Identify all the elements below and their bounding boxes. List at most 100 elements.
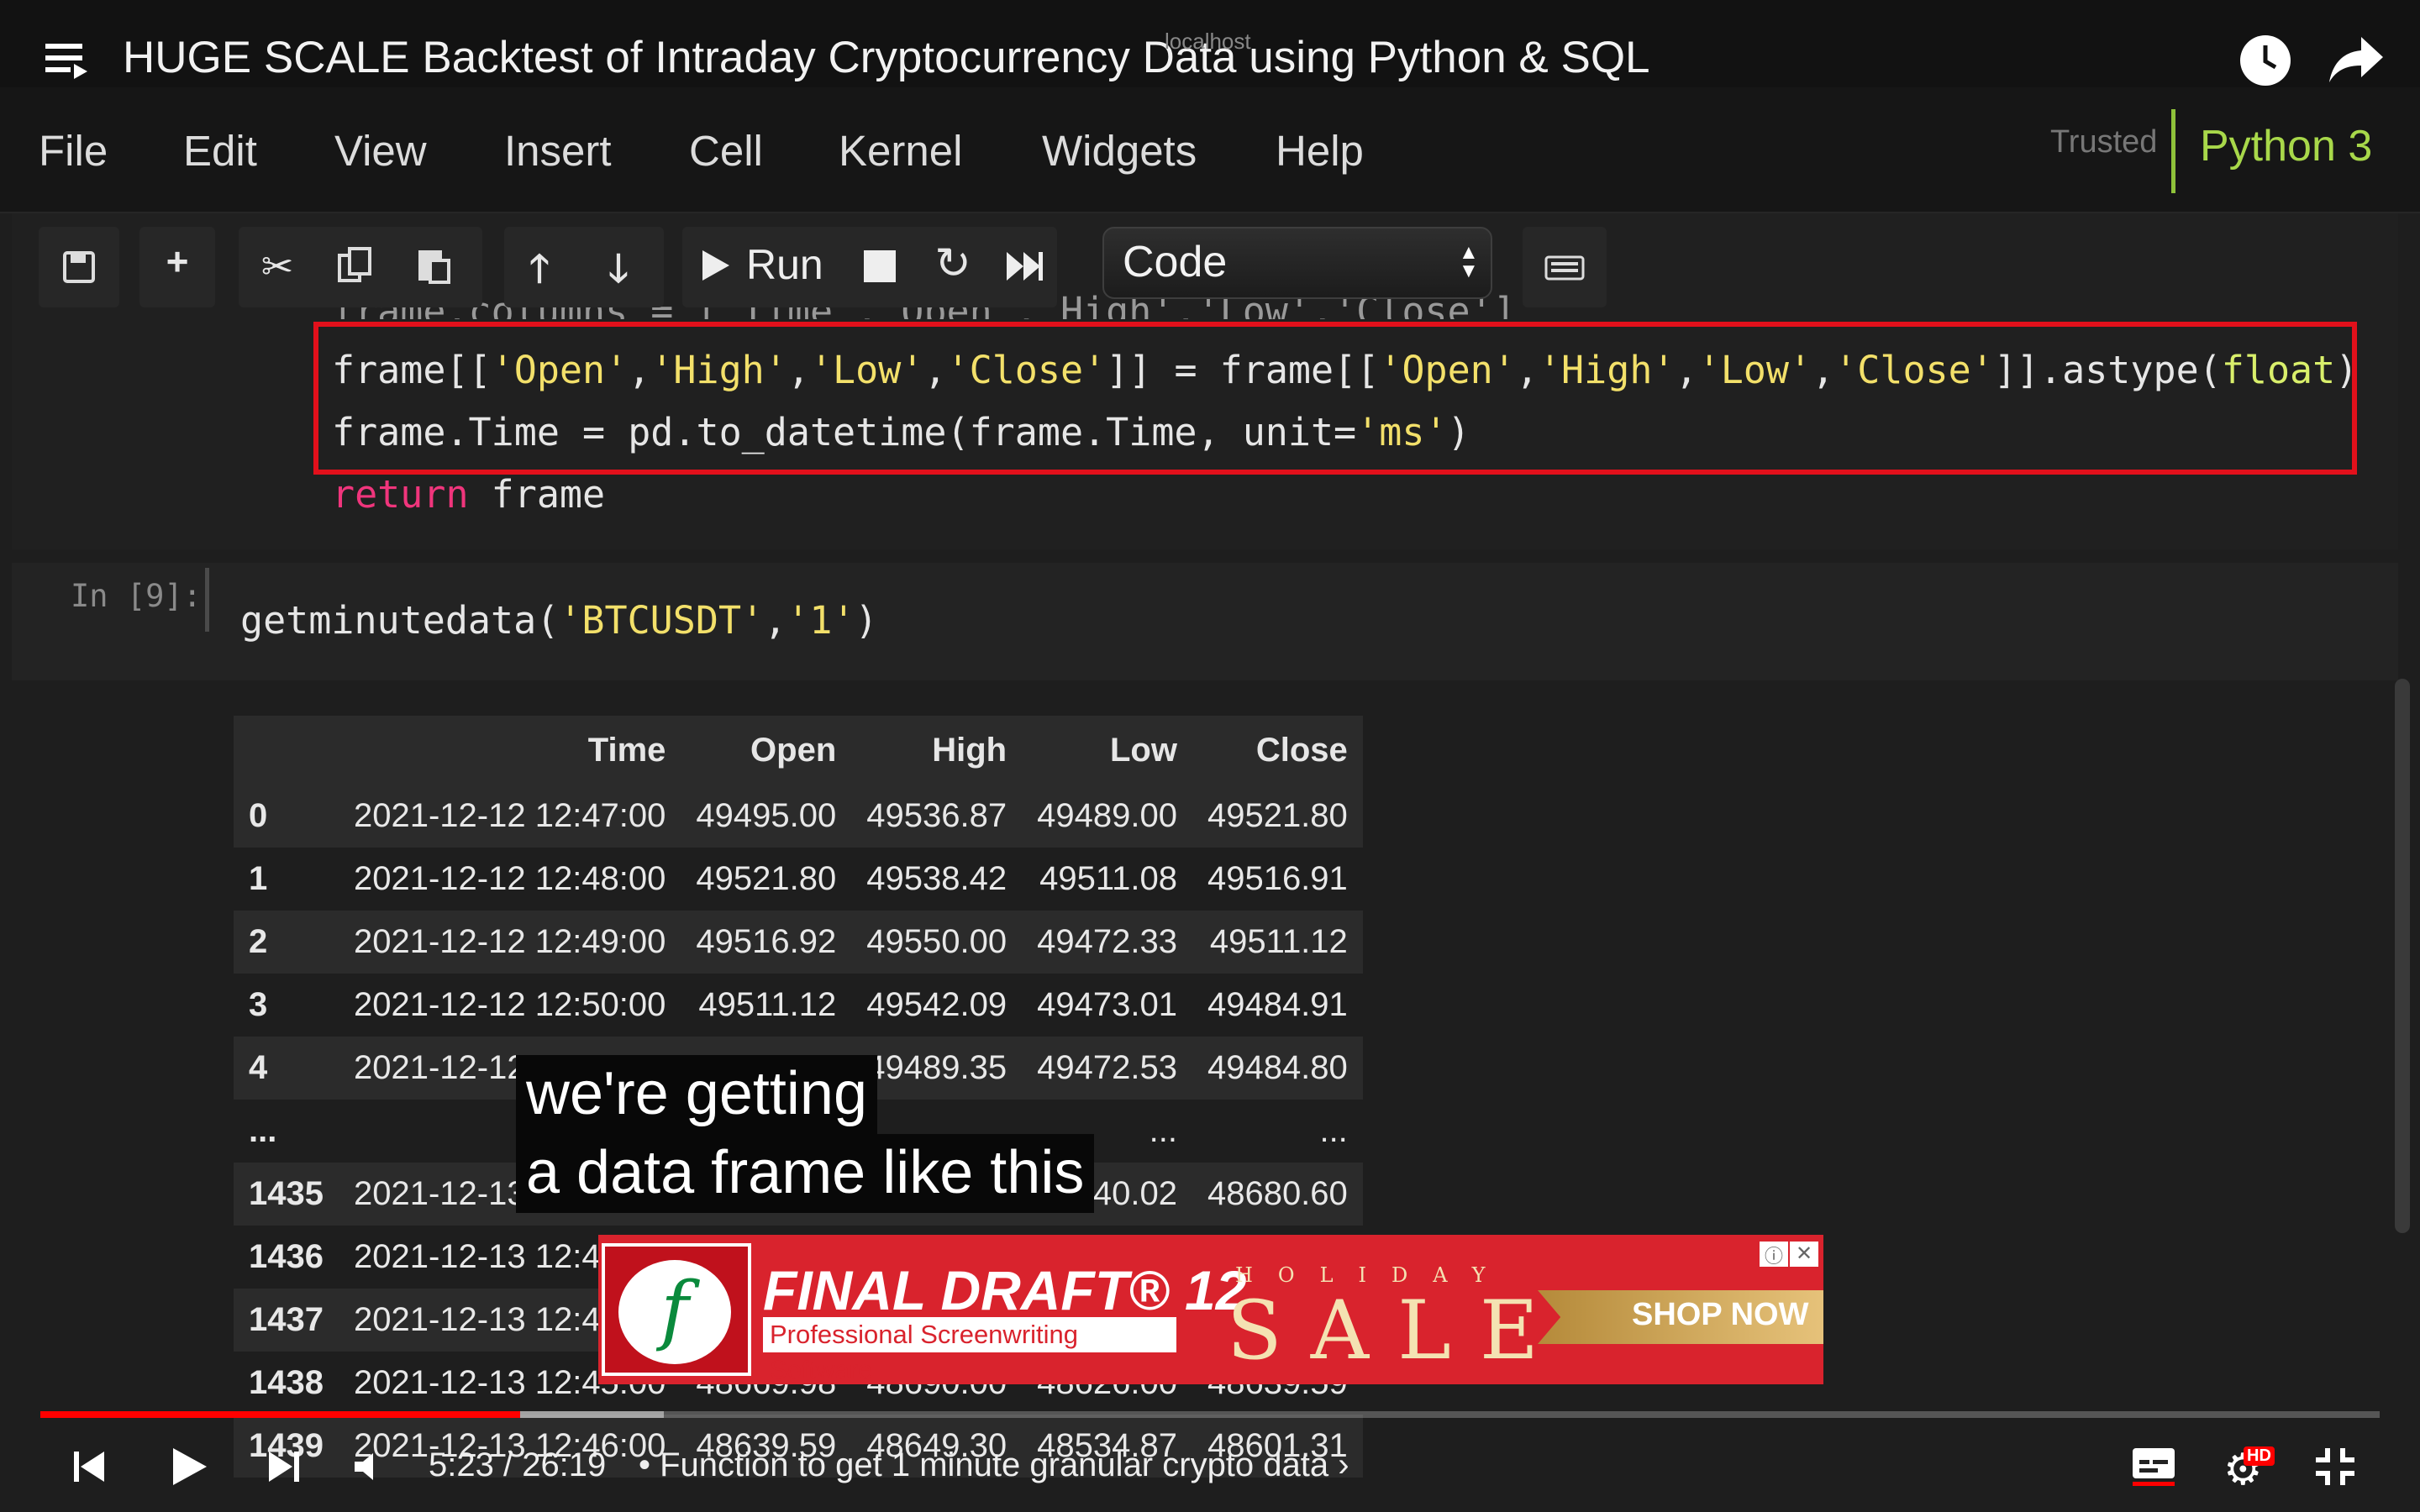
menu-cell[interactable]: Cell: [689, 126, 763, 176]
table-cell: 49516.91: [1207, 860, 1348, 897]
play-icon: [702, 250, 729, 281]
kernel-divider: [2171, 109, 2175, 193]
column-header: Open: [750, 731, 837, 769]
row-index: 3: [249, 986, 268, 1023]
table-cell: 49495.00: [696, 797, 837, 834]
table-cell: 49521.80: [1207, 797, 1348, 834]
move-up-icon[interactable]: 🡑: [514, 240, 565, 306]
subtitles-icon[interactable]: [2131, 1446, 2176, 1491]
table-cell: 49484.80: [1207, 1049, 1348, 1086]
caption-line-2: a data frame like this: [516, 1134, 1095, 1213]
row-index: 0: [249, 797, 268, 834]
caption-line-1: we're getting: [516, 1055, 877, 1134]
table-row: 1 2021-12-12 12:48:00 49521.80 49538.42 4951…: [234, 848, 1363, 911]
row-index: 1435: [249, 1175, 324, 1212]
keyboard-icon: [1544, 255, 1585, 281]
row-index: 2: [249, 923, 268, 960]
next-icon[interactable]: [267, 1450, 301, 1488]
row-index: 1438: [249, 1364, 324, 1401]
table-cell: 49542.09: [866, 986, 1007, 1023]
index-header: [234, 716, 339, 785]
progress-played: [40, 1411, 520, 1418]
ad-close-icon[interactable]: ✕: [1790, 1242, 1818, 1267]
time-display: 5:23 / 26:19: [429, 1446, 607, 1483]
previous-icon[interactable]: [72, 1450, 106, 1488]
table-cell: 48680.60: [1207, 1175, 1348, 1212]
column-header: Low: [1109, 731, 1177, 769]
copy-icon[interactable]: [336, 245, 373, 290]
row-index: 1437: [249, 1301, 324, 1338]
exit-fullscreen-icon[interactable]: [2314, 1446, 2356, 1491]
code-line-to-datetime: frame.Time = pd.to_datetime(frame.Time, …: [332, 410, 1470, 454]
video-title[interactable]: HUGE SCALE Backtest of Intraday Cryptocu…: [123, 32, 1650, 83]
code-line-astype: frame[['Open','High','Low','Close']] = f…: [332, 348, 2359, 392]
column-header: Close: [1255, 731, 1348, 769]
share-icon[interactable]: [2328, 34, 2386, 84]
column-header: Time: [587, 731, 666, 769]
row-index: ...: [249, 1112, 277, 1149]
save-button[interactable]: [39, 227, 119, 307]
watch-later-icon[interactable]: [2238, 34, 2292, 87]
play-button[interactable]: [171, 1446, 208, 1491]
table-header-row: Time Open High Low Close: [234, 716, 1363, 785]
table-cell: ...: [1319, 1112, 1348, 1149]
menu-insert[interactable]: Insert: [504, 126, 612, 176]
table-row: 0 2021-12-12 12:47:00 49495.00 49536.87 4948…: [234, 785, 1363, 848]
row-index: 1436: [249, 1238, 324, 1275]
keyboard-shortcuts-button[interactable]: [1523, 227, 1607, 307]
menu-kernel[interactable]: Kernel: [839, 126, 962, 176]
run-button[interactable]: [701, 249, 731, 286]
ad-info-icon[interactable]: ⓘ: [1760, 1242, 1788, 1267]
fast-forward-icon[interactable]: [1005, 250, 1044, 286]
table-cell: 49472.53: [1037, 1049, 1177, 1086]
trusted-indicator[interactable]: Trusted: [2050, 124, 2157, 160]
move-down-icon[interactable]: 🡓: [593, 240, 644, 306]
table-cell: 49489.00: [1037, 797, 1177, 834]
ad-subtitle: Professional Screenwriting Software: [763, 1317, 1176, 1384]
table-cell: 49511.12: [1209, 923, 1348, 960]
final-draft-logo-icon: f: [618, 1260, 731, 1364]
save-icon: [63, 251, 95, 283]
table-cell: 49521.80: [696, 860, 837, 897]
row-index: 1: [249, 860, 268, 897]
playlist-icon[interactable]: [45, 40, 89, 82]
scissors-icon[interactable]: ✂: [252, 244, 302, 289]
menu-edit[interactable]: Edit: [183, 126, 257, 176]
table-cell: 2021-12-12 12:48:00: [353, 860, 666, 897]
table-cell: 2021-12-12 12:49:00: [353, 923, 666, 960]
row-index: 4: [249, 1049, 268, 1086]
cell-prompt: In [9]:: [71, 578, 202, 614]
table-cell: 49536.87: [866, 797, 1007, 834]
chapter-title[interactable]: • Function to get 1 minute granular cryp…: [639, 1446, 1349, 1484]
restart-icon[interactable]: ↻: [928, 239, 978, 289]
ad-sale: SALE: [1227, 1284, 1567, 1378]
paste-icon[interactable]: [415, 245, 452, 290]
quality-badge: HD: [2244, 1446, 2275, 1466]
ad-shop-now-label[interactable]: SHOP NOW: [1632, 1297, 1808, 1333]
select-arrows-icon: ▲ ▼: [1459, 241, 1479, 282]
stop-icon[interactable]: [864, 250, 896, 282]
menu-widgets[interactable]: Widgets: [1042, 126, 1197, 176]
code-line-getminutedata: getminutedata('BTCUSDT','1'): [240, 598, 878, 643]
insert-cell-button[interactable]: +: [139, 227, 215, 307]
code-line-return: return frame: [332, 472, 606, 517]
plus-icon: +: [166, 239, 189, 283]
cell-type-value: Code: [1123, 238, 1228, 286]
notebook-scrollbar[interactable]: [2395, 679, 2410, 1233]
table-cell: 49516.92: [696, 923, 837, 960]
table-cell: 49472.33: [1037, 923, 1177, 960]
menu-file[interactable]: File: [39, 126, 108, 176]
table-cell: 2021-12-12 12:50:00: [353, 986, 666, 1023]
table-cell: 49550.00: [866, 923, 1007, 960]
column-header: High: [932, 731, 1007, 769]
kernel-name[interactable]: Python 3: [2200, 121, 2372, 171]
table-cell: 49484.91: [1207, 986, 1348, 1023]
table-row: 2 2021-12-12 12:49:00 49516.92 49550.00 4947…: [234, 911, 1363, 974]
ad-brand: FINAL DRAFT® 12: [763, 1259, 1247, 1321]
browser-url: localhost: [1165, 29, 1251, 54]
run-label[interactable]: Run: [746, 240, 823, 289]
volume-icon[interactable]: [353, 1452, 387, 1486]
menu-help[interactable]: Help: [1276, 126, 1364, 176]
table-cell: 2021-12-12 12:47:00: [353, 797, 666, 834]
menu-view[interactable]: View: [334, 126, 427, 176]
